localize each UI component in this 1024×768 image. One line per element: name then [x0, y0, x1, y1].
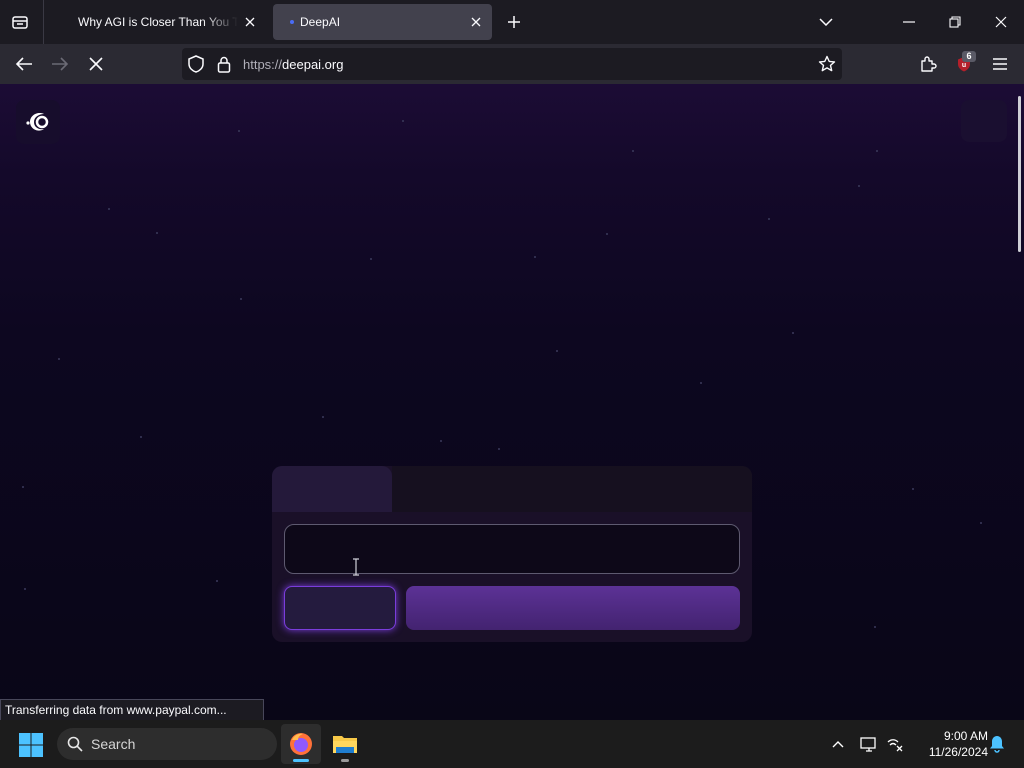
tab-title: Why AGI is Closer Than You Think [78, 15, 238, 29]
bell-icon[interactable] [987, 734, 1007, 754]
active-app-indicator [293, 759, 309, 762]
hamburger-icon[interactable] [987, 52, 1013, 76]
lock-icon[interactable] [217, 55, 231, 78]
generator-panel [272, 466, 752, 642]
tab-separator [43, 0, 44, 44]
firefox-taskbar-icon[interactable] [281, 724, 321, 764]
clock-time: 9:00 AM [943, 729, 988, 743]
tab-title: DeepAI [300, 15, 341, 29]
text-cursor-icon [351, 558, 361, 576]
status-text: Transferring data from www.paypal.com... [0, 699, 264, 721]
chevron-up-icon[interactable] [828, 734, 848, 754]
star-icon[interactable] [818, 55, 836, 78]
stop-icon[interactable] [83, 52, 109, 76]
windows-start-icon[interactable] [18, 732, 44, 758]
deepai-logo-icon[interactable] [16, 100, 60, 144]
restore-icon[interactable] [940, 8, 970, 36]
network-muted-icon[interactable] [885, 734, 905, 754]
nav-bar: https://deepai.org u 6 [0, 44, 1024, 84]
taskbar-search[interactable]: Search [57, 728, 277, 760]
extension-badge: 6 [962, 51, 976, 62]
account-button[interactable] [961, 100, 1007, 142]
url-bar[interactable]: https://deepai.org [182, 48, 842, 80]
tab-strip: Why AGI is Closer Than You Think DeepAI [0, 0, 1024, 44]
search-icon [67, 736, 83, 752]
panel-tab-bar [392, 466, 752, 512]
close-icon[interactable] [238, 10, 262, 34]
close-icon[interactable] [464, 10, 488, 34]
taskbar-clock[interactable]: 9:00 AM 11/26/2024 [912, 728, 988, 760]
back-arrow-icon[interactable] [11, 52, 37, 76]
shield-icon[interactable] [188, 55, 204, 78]
minimize-icon[interactable] [894, 8, 924, 36]
taskbar: Search 9:00 AM 11/26/2024 [0, 720, 1024, 768]
page-content [0, 84, 1024, 720]
file-explorer-taskbar-icon[interactable] [325, 724, 365, 764]
puzzle-icon[interactable] [915, 52, 941, 76]
svg-text:u: u [962, 62, 966, 69]
plus-icon[interactable] [502, 10, 526, 34]
forward-arrow-icon[interactable] [47, 52, 73, 76]
tab-deepai[interactable]: DeepAI [273, 4, 492, 40]
panel-tab-active[interactable] [272, 466, 392, 512]
clock-date: 11/26/2024 [928, 745, 988, 759]
display-icon[interactable] [859, 734, 879, 754]
url-host: deepai.org [282, 57, 344, 72]
url-scheme: https:// [243, 57, 283, 72]
open-app-indicator [341, 759, 349, 762]
tab-list-icon[interactable] [8, 10, 32, 34]
chevron-down-icon[interactable] [811, 8, 841, 36]
url-text[interactable]: https://deepai.org [243, 57, 343, 72]
scrollbar[interactable] [1018, 96, 1021, 252]
tab-agi-article[interactable]: Why AGI is Closer Than You Think [60, 4, 266, 40]
search-label: Search [91, 736, 136, 752]
secondary-button[interactable] [284, 586, 396, 630]
generate-button[interactable] [406, 586, 740, 630]
close-window-icon[interactable] [986, 8, 1016, 36]
